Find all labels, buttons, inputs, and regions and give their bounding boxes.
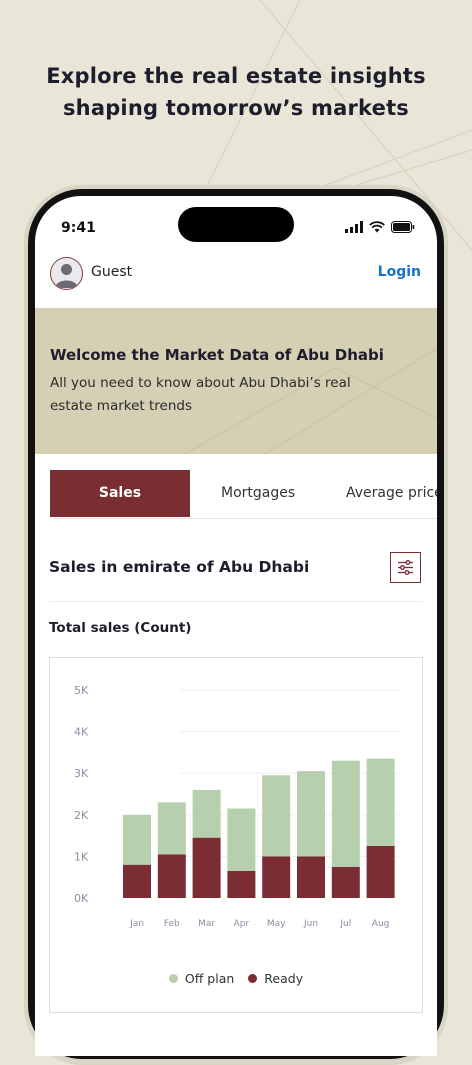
x-tick-label: Apr — [234, 919, 250, 929]
y-tick-label: 3K — [74, 767, 89, 780]
status-time: 9:41 — [61, 220, 96, 236]
headline: Explore the real estate insights shaping… — [0, 60, 472, 124]
y-tick-label: 0K — [74, 892, 89, 905]
phone-screen: 9:41 Guest Login Welcome the Market Data… — [35, 196, 437, 1056]
bar-off-plan[interactable] — [227, 808, 256, 871]
bar-off-plan[interactable] — [192, 789, 221, 838]
login-link[interactable]: Login — [378, 264, 421, 280]
cellular-signal-icon — [345, 221, 363, 233]
legend-item-ready[interactable]: Ready — [248, 971, 303, 986]
bar-off-plan[interactable] — [366, 758, 395, 846]
bar-ready[interactable] — [262, 856, 291, 898]
app-bar: Guest Login — [35, 254, 437, 309]
headline-line-1: Explore the real estate insights — [46, 64, 426, 88]
bar-off-plan[interactable] — [297, 771, 325, 857]
banner-title: Welcome the Market Data of Abu Dhabi — [50, 346, 384, 364]
headline-line-2: shaping tomorrow’s markets — [62, 96, 410, 120]
tab-bar: Sales Mortgages Average prices — [50, 470, 437, 519]
chart-legend: Off plan Ready — [50, 971, 422, 986]
y-tick-label: 5K — [74, 684, 89, 697]
bar-ready[interactable] — [192, 837, 221, 898]
legend-label-ready: Ready — [264, 971, 304, 986]
user-avatar-icon[interactable] — [50, 257, 83, 290]
bar-off-plan[interactable] — [157, 802, 186, 855]
legend-item-off-plan[interactable]: Off plan — [168, 971, 235, 986]
x-tick-label: May — [267, 919, 286, 929]
sales-bar-chart: 0K 1K 2K 3K 4K 5K Jan Feb Mar Apr May Jun Jul Aug — [74, 684, 400, 929]
section-title: Sales in emirate of Abu Dhabi — [49, 558, 310, 576]
user-name: Guest — [91, 264, 133, 280]
legend-label-off-plan: Off plan — [184, 971, 235, 986]
bar-ready[interactable] — [297, 856, 325, 898]
banner-subtitle: All you need to know about Abu Dhabi’s r… — [50, 375, 351, 414]
bar-off-plan[interactable] — [331, 760, 360, 867]
x-tick-label: Jun — [303, 919, 318, 929]
x-tick-label: Jan — [129, 919, 144, 929]
bar-ready[interactable] — [123, 864, 151, 898]
bar-off-plan[interactable] — [123, 814, 151, 865]
x-tick-label: Jul — [339, 919, 351, 929]
welcome-banner: Welcome the Market Data of Abu Dhabi All… — [35, 308, 437, 454]
bar-ready[interactable] — [157, 854, 186, 898]
chart-title: Total sales (Count) — [49, 620, 192, 636]
bar-ready[interactable] — [331, 866, 360, 898]
tab-average-prices[interactable]: Average prices — [346, 470, 437, 517]
legend-dot-ready — [248, 974, 258, 983]
filter-sliders-icon — [398, 560, 413, 575]
x-tick-label: Aug — [372, 919, 390, 929]
dynamic-island — [178, 207, 294, 242]
x-tick-label: Feb — [164, 919, 180, 929]
bar-ready[interactable] — [227, 870, 256, 898]
battery-icon — [391, 221, 415, 233]
tab-mortgages[interactable]: Mortgages — [221, 470, 295, 517]
y-tick-label: 4K — [74, 726, 89, 739]
y-tick-label: 2K — [74, 809, 89, 822]
status-icons — [345, 221, 415, 233]
bar-ready[interactable] — [366, 846, 395, 898]
chart-container: 0K 1K 2K 3K 4K 5K Jan Feb Mar Apr May Jun Jul Aug Off… — [49, 657, 423, 1013]
section-divider — [49, 601, 423, 602]
wifi-icon — [369, 221, 385, 233]
x-tick-label: Mar — [198, 919, 215, 929]
filter-button[interactable] — [390, 552, 421, 583]
tab-sales[interactable]: Sales — [50, 470, 190, 517]
bar-off-plan[interactable] — [262, 775, 291, 857]
legend-dot-off-plan — [168, 974, 178, 983]
y-tick-label: 1K — [74, 850, 89, 863]
